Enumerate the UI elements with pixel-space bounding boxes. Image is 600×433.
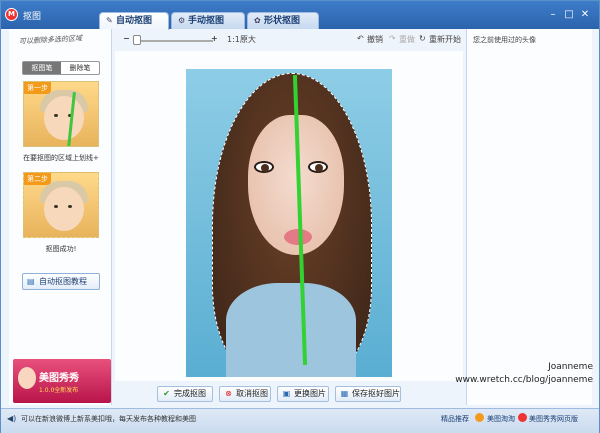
window-title: 抠图 — [23, 12, 42, 22]
gear-icon: ⚙ — [178, 16, 186, 25]
step2-caption: 抠图成功! — [45, 245, 77, 253]
redo-icon[interactable]: ↷ — [389, 34, 396, 43]
tab-label: 手动抠图 — [188, 16, 225, 26]
recent-avatars-title: 您之前使用过的头像 — [473, 36, 536, 44]
toolbar: − + 1:1原大 ↶ 撤销 ↷ 重做 ↻ 重新开始 — [115, 29, 463, 51]
zoom-out-icon[interactable]: − — [123, 34, 130, 43]
baby-face — [44, 187, 84, 231]
zoom-slider-handle[interactable] — [133, 35, 141, 45]
redo-button[interactable]: 重做 — [399, 34, 415, 45]
erase-brush-button[interactable]: 删除笔 — [61, 62, 99, 74]
undo-icon[interactable]: ↶ — [357, 34, 364, 43]
step2-image: 第二步 — [23, 172, 99, 238]
tab-shape-cutout[interactable]: ✿ 形状抠图 — [247, 12, 319, 29]
hint-text: 可以删除多选的区域 — [18, 34, 83, 46]
replace-label: 更换图片 — [294, 389, 326, 398]
promo-subtitle: 1.0.0全新发布 — [39, 387, 79, 394]
photo-shirt — [226, 283, 356, 377]
close-button[interactable]: ✕ — [579, 9, 591, 21]
baby-face — [44, 96, 84, 140]
book-icon: ▤ — [27, 277, 35, 286]
complete-label: 完成抠图 — [174, 389, 206, 398]
brush-mode-toggle[interactable]: 抠图笔 删除笔 — [22, 61, 100, 75]
shape-icon: ✿ — [254, 16, 261, 25]
watermark-name: Joanneme — [548, 362, 593, 372]
magic-wand-icon: ✎ — [106, 16, 113, 25]
step1-badge: 第一步 — [24, 82, 51, 94]
tutorial-label: 自动抠图教程 — [39, 277, 87, 286]
tab-label: 自动抠图 — [116, 16, 153, 26]
photo[interactable] — [186, 69, 392, 377]
save-icon: ▦ — [340, 389, 349, 398]
app-window: M 抠图 ✎ 自动抠图 ⚙ 手动抠图 ✿ 形状抠图 – □ ✕ 可以删除多选的区域 抠… — [0, 0, 600, 433]
editing-canvas[interactable] — [115, 51, 463, 381]
cutout-brush-button[interactable]: 抠图笔 — [23, 62, 61, 74]
baby-eye — [68, 205, 72, 208]
image-icon: ▣ — [282, 389, 291, 398]
cancel-icon: ⊗ — [225, 389, 232, 398]
cancel-label: 取消抠图 — [236, 389, 268, 398]
photo-eye — [308, 161, 328, 173]
baby-eye — [54, 205, 58, 208]
tab-label: 形状抠图 — [264, 16, 301, 26]
baby-eye — [54, 114, 58, 117]
title-bar: M 抠图 ✎ 自动抠图 ⚙ 手动抠图 ✿ 形状抠图 – □ ✕ — [1, 1, 599, 30]
taotao-link[interactable]: 美图淘淘 — [487, 414, 515, 424]
action-bar: ✔ 完成抠图 ⊗ 取消抠图 ▣ 更换图片 ▦ 保存抠好图片 — [115, 384, 463, 404]
speaker-icon: ◀) — [7, 414, 17, 423]
check-icon: ✔ — [163, 389, 170, 398]
promo-title: 美图秀秀 — [39, 373, 79, 384]
tab-auto-cutout[interactable]: ✎ 自动抠图 — [99, 12, 169, 30]
status-text: 可以在新浪微博上新系美扣哦，每天发布各种教程和美图 — [21, 415, 196, 423]
promo-banner[interactable]: 美图秀秀 1.0.0全新发布 — [13, 359, 111, 403]
promo-face-image — [18, 367, 36, 389]
meitu-icon — [518, 413, 527, 422]
photo-eye — [254, 161, 274, 173]
zoom-slider[interactable] — [137, 40, 213, 42]
undo-button[interactable]: 撤销 — [367, 34, 383, 45]
complete-cutout-button[interactable]: ✔ 完成抠图 — [157, 386, 213, 402]
watermark: Joanneme www.wretch.cc/blog/joanneme — [455, 361, 593, 387]
restart-button[interactable]: 重新开始 — [429, 34, 461, 45]
save-label: 保存抠好图片 — [352, 389, 400, 398]
watermark-url: www.wretch.cc/blog/joanneme — [455, 375, 593, 385]
taotao-icon — [475, 413, 484, 422]
tab-manual-cutout[interactable]: ⚙ 手动抠图 — [171, 12, 245, 29]
step2-badge: 第二步 — [24, 173, 51, 185]
minimize-button[interactable]: – — [547, 9, 559, 21]
maximize-button[interactable]: □ — [563, 9, 575, 21]
left-panel: 可以删除多选的区域 抠图笔 删除笔 第一步 在要抠图的区域上划线+ 第二步 抠图… — [9, 29, 112, 405]
zoom-in-icon[interactable]: + — [211, 34, 218, 43]
cancel-cutout-button[interactable]: ⊗ 取消抠图 — [219, 386, 271, 402]
status-bar: ◀) 可以在新浪微博上新系美扣哦，每天发布各种教程和美图 精品推荐 美图淘淘 美… — [1, 408, 599, 433]
original-size-button[interactable]: 1:1原大 — [227, 34, 256, 45]
web-version-link[interactable]: 美图秀秀网页版 — [529, 414, 578, 424]
save-cutout-button[interactable]: ▦ 保存抠好图片 — [335, 386, 401, 402]
replace-image-button[interactable]: ▣ 更换图片 — [277, 386, 329, 402]
step1-image: 第一步 — [23, 81, 99, 147]
app-logo-icon: M — [5, 8, 18, 21]
right-panel: 您之前使用过的头像 — [466, 29, 592, 405]
auto-cutout-tutorial-button[interactable]: ▤ 自动抠图教程 — [22, 273, 100, 290]
featured-link[interactable]: 精品推荐 — [441, 414, 469, 424]
step1-caption: 在要抠图的区域上划线+ — [23, 154, 99, 162]
restart-icon[interactable]: ↻ — [419, 34, 426, 43]
